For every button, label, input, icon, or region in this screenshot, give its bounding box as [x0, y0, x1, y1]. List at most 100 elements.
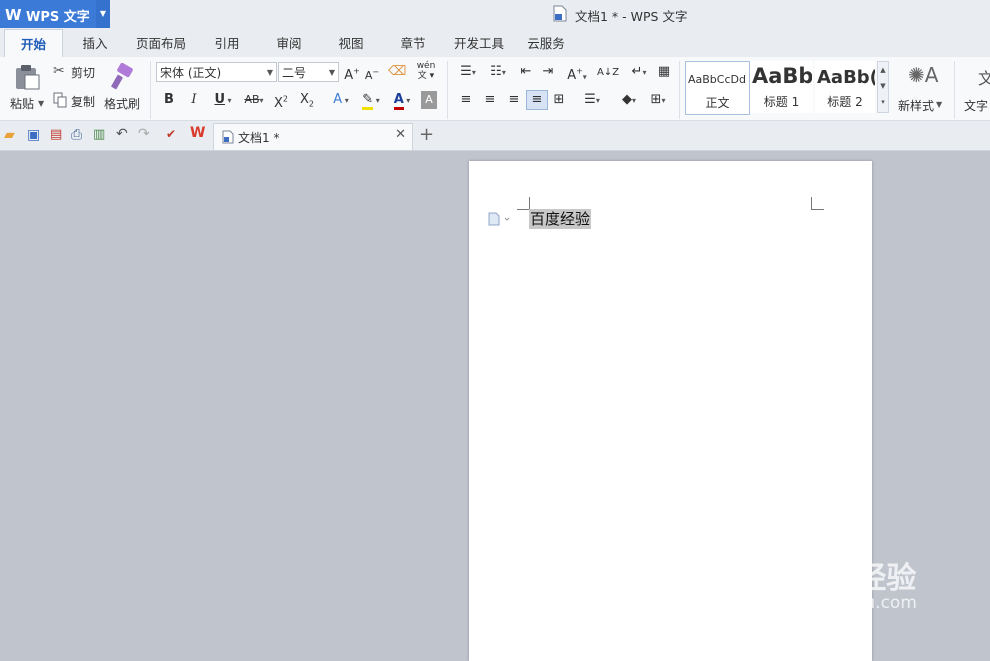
export-pdf-icon[interactable]: ▤	[50, 127, 62, 142]
borders-button[interactable]: ⊞▾	[645, 91, 671, 109]
align-right-button[interactable]: ≡	[506, 91, 522, 109]
app-menu-dropdown-button[interactable]: ▼	[96, 0, 110, 28]
underline-icon: U	[214, 92, 225, 107]
wps-logo-icon: W	[5, 6, 22, 24]
undo-icon[interactable]: ↶	[116, 126, 128, 142]
numbering-button[interactable]: ☷▾	[485, 63, 511, 81]
phonetic-guide-button[interactable]: wén 文 ▾	[413, 61, 439, 81]
strikethrough-button[interactable]: AB▾	[240, 91, 268, 109]
app-name: WPS 文字	[26, 10, 90, 25]
scissors-icon: ✂	[53, 63, 65, 79]
style-normal[interactable]: AaBbCcDd 正文	[685, 61, 750, 115]
copy-button[interactable]: 复制	[53, 91, 101, 109]
align-left-button[interactable]: ≡	[458, 91, 474, 109]
show-marks-button[interactable]: ↵▾	[626, 63, 652, 81]
style-heading-1[interactable]: AaBb 标题 1	[750, 61, 813, 113]
paragraph-mark-icon: ↵	[631, 64, 643, 79]
new-style-button[interactable]: ✺A 新样式 ▼	[896, 61, 944, 113]
decrease-indent-button[interactable]: ⇤	[518, 63, 534, 81]
shrink-font-icon: A−	[364, 67, 380, 82]
strikethrough-icon: AB	[244, 93, 260, 106]
tab-section[interactable]: 章节	[388, 29, 438, 57]
wps-home-icon[interactable]: W	[190, 125, 205, 141]
clear-format-button[interactable]: ⌫	[388, 63, 406, 81]
tab-page-layout[interactable]: 页面布局	[130, 29, 192, 57]
print-icon[interactable]: ⎙	[71, 127, 82, 143]
ribbon-home: 粘贴 ▼ ✂ 剪切 复制 格式刷 宋体 (正文) ▼ 二号 ▼ A+ A− ⌫ …	[0, 57, 990, 121]
tab-references[interactable]: 引用	[202, 29, 252, 57]
tab-developer[interactable]: 开发工具	[448, 29, 510, 57]
customize-icon[interactable]: ✔	[166, 127, 176, 141]
sort-button[interactable]: A↓Z	[597, 63, 619, 81]
superscript-button[interactable]: X2	[272, 91, 290, 111]
font-name-select[interactable]: 宋体 (正文) ▼	[156, 62, 277, 82]
style-heading-2[interactable]: AaBb( 标题 2	[815, 61, 875, 113]
increase-indent-button[interactable]: ⇥	[540, 63, 556, 81]
align-center-button[interactable]: ≡	[482, 91, 498, 109]
menu-tab-bar: 开始 插入 页面布局 引用 审阅 视图 章节 开发工具 云服务	[0, 29, 990, 58]
case-change-button[interactable]: A+▾	[564, 63, 590, 83]
pinyin-icon: wén 文 ▾	[416, 61, 436, 81]
cut-button[interactable]: ✂ 剪切	[53, 63, 101, 81]
new-tab-plus-icon[interactable]: +	[419, 124, 434, 145]
copy-icon	[53, 92, 67, 108]
format-painter-label: 格式刷	[104, 97, 141, 111]
new-style-label: 新样式	[898, 99, 935, 113]
chevron-down-icon: ▼	[328, 68, 335, 77]
paste-button[interactable]: 粘贴 ▼	[10, 61, 45, 111]
paste-dropdown-icon: ▼	[38, 99, 45, 108]
eraser-icon: ⌫	[388, 64, 407, 79]
open-folder-icon[interactable]: ▰	[4, 127, 15, 143]
document-icon	[222, 130, 234, 144]
italic-icon: I	[191, 92, 197, 107]
table-button[interactable]: ▦	[655, 63, 673, 81]
indent-icon: ⇥	[542, 64, 554, 79]
character-shading-icon: A	[425, 93, 433, 106]
distributed-button[interactable]: ⊞	[550, 91, 568, 109]
border-icon: ⊞	[650, 92, 662, 107]
numbered-list-icon: ☷	[490, 64, 502, 79]
watermark-brand: Baidu经验	[760, 561, 917, 596]
justify-button[interactable]: ≡	[526, 90, 548, 110]
align-justify-icon: ≡	[531, 92, 543, 107]
align-left-icon: ≡	[460, 92, 472, 107]
format-painter-button[interactable]: 格式刷	[104, 61, 144, 111]
bullet-list-icon: ☰	[460, 64, 472, 79]
grow-font-button[interactable]: A+	[343, 63, 361, 83]
shrink-font-button[interactable]: A−	[363, 63, 381, 82]
text-tools-label: 文字	[964, 99, 989, 113]
tab-view[interactable]: 视图	[326, 29, 376, 57]
underline-button[interactable]: U ▾	[209, 91, 237, 109]
bold-button[interactable]: B	[161, 91, 177, 109]
paragraph-layout-icon[interactable]	[488, 212, 510, 226]
ribbon-separator	[447, 61, 448, 119]
app-menu-button[interactable]: W WPS 文字	[0, 0, 96, 28]
font-name-value: 宋体 (正文)	[160, 66, 222, 80]
subscript-button[interactable]: X2	[298, 91, 316, 109]
character-shading-button[interactable]: A	[421, 91, 437, 109]
highlight-button[interactable]: ✎ ▾	[357, 91, 385, 110]
tab-home[interactable]: 开始	[4, 29, 63, 58]
cut-label: 剪切	[71, 66, 96, 80]
print-preview-icon[interactable]: ▥	[93, 127, 105, 142]
text-effect-button[interactable]: A ▾	[328, 91, 354, 109]
font-color-button[interactable]: A ▾	[389, 91, 415, 110]
document-text[interactable]: 百度经验	[529, 209, 592, 229]
bullets-button[interactable]: ☰▾	[455, 63, 481, 81]
redo-icon[interactable]: ↷	[138, 126, 150, 142]
text-tools-button[interactable]: 文 文字	[962, 61, 990, 113]
tab-review[interactable]: 审阅	[264, 29, 314, 57]
tab-cloud-service[interactable]: 云服务	[520, 29, 572, 57]
watermark-url: jingyan.baidu.com	[760, 593, 917, 613]
italic-button[interactable]: I	[186, 91, 202, 109]
window-title: 文档1 * - WPS 文字	[575, 9, 688, 24]
document-tab[interactable]: 文档1 * ✕	[213, 123, 413, 150]
save-icon[interactable]: ▣	[27, 127, 40, 143]
font-size-select[interactable]: 二号 ▼	[278, 62, 339, 82]
line-spacing-button[interactable]: ☰▾	[579, 91, 605, 109]
tab-insert[interactable]: 插入	[70, 29, 120, 57]
style-gallery-scroll[interactable]: ▲ ▼ ▾	[877, 61, 889, 113]
bold-icon: B	[164, 92, 174, 107]
shading-button[interactable]: ◆▾	[616, 91, 642, 109]
close-icon[interactable]: ✕	[395, 127, 406, 142]
